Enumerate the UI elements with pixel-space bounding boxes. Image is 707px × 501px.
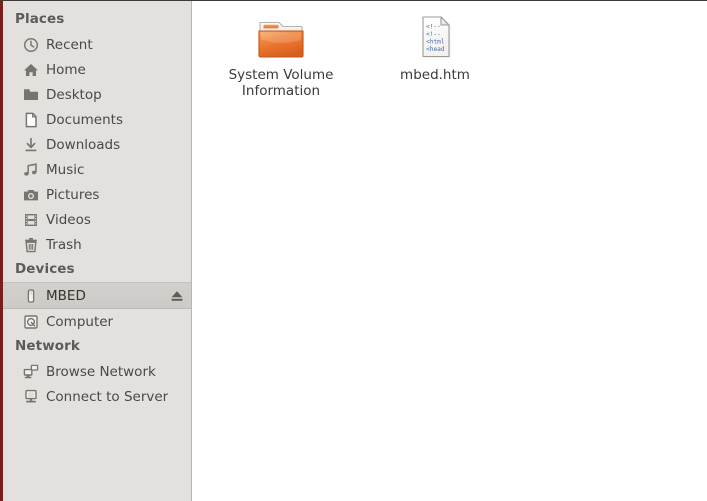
film-icon	[23, 212, 39, 228]
sidebar-item-recent[interactable]: Recent	[3, 32, 191, 57]
preview-line-1: <!--	[426, 24, 441, 31]
document-icon	[23, 112, 39, 128]
folder-icon	[255, 9, 307, 61]
file-item-folder[interactable]: System Volume Information	[206, 7, 356, 99]
sidebar-item-connect-to-server[interactable]: Connect to Server	[3, 384, 191, 409]
sidebar-item-label: Connect to Server	[46, 388, 169, 405]
sidebar-item-label: MBED	[46, 287, 86, 304]
eject-icon[interactable]	[169, 288, 185, 304]
preview-line-4: <head	[426, 46, 445, 53]
server-connect-icon	[23, 389, 39, 405]
sidebar-item-computer[interactable]: Computer	[3, 309, 191, 334]
sidebar-item-videos[interactable]: Videos	[3, 207, 191, 232]
sidebar-item-label: Pictures	[46, 186, 100, 203]
preview-line-3: <html	[426, 39, 445, 46]
sidebar-item-label: Videos	[46, 211, 91, 228]
sidebar-item-label: Documents	[46, 111, 123, 128]
sidebar-item-home[interactable]: Home	[3, 57, 191, 82]
file-list-view[interactable]: System Volume Information <!-- <!-- <htm…	[192, 1, 707, 501]
file-item-label: mbed.htm	[400, 67, 470, 83]
sidebar-item-label: Computer	[46, 313, 114, 330]
usb-drive-icon	[23, 288, 39, 304]
html-document-icon: <!-- <!-- <html <head	[409, 9, 461, 61]
home-icon	[23, 62, 39, 78]
file-item-label: System Volume Information	[228, 67, 334, 99]
sidebar-item-label: Home	[46, 61, 86, 78]
icon-grid: System Volume Information <!-- <!-- <htm…	[192, 1, 707, 99]
clock-icon	[23, 37, 39, 53]
sidebar-section-header-places: Places	[15, 11, 65, 27]
file-manager-window: Places Recent Home Desktop Documents Dow…	[0, 0, 707, 501]
places-sidebar: Places Recent Home Desktop Documents Dow…	[0, 1, 192, 501]
sidebar-item-label: Downloads	[46, 136, 121, 153]
preview-line-2: <!--	[426, 31, 441, 38]
sidebar-item-trash[interactable]: Trash	[3, 232, 191, 257]
sidebar-item-label: Recent	[46, 36, 93, 53]
music-note-icon	[23, 162, 39, 178]
sidebar-item-label: Browse Network	[46, 363, 156, 380]
sidebar-item-label: Trash	[46, 236, 82, 253]
sidebar-item-music[interactable]: Music	[3, 157, 191, 182]
folder-icon	[23, 87, 39, 103]
file-item-html[interactable]: <!-- <!-- <html <head mbed.htm	[360, 7, 510, 99]
sidebar-section-header-devices: Devices	[15, 261, 75, 277]
sidebar-item-downloads[interactable]: Downloads	[3, 132, 191, 157]
sidebar-item-label: Music	[46, 161, 85, 178]
sidebar-item-pictures[interactable]: Pictures	[3, 182, 191, 207]
computer-disk-icon	[23, 314, 39, 330]
trash-icon	[23, 237, 39, 253]
sidebar-item-mbed[interactable]: MBED	[3, 282, 191, 309]
sidebar-item-documents[interactable]: Documents	[3, 107, 191, 132]
sidebar-item-browse-network[interactable]: Browse Network	[3, 359, 191, 384]
sidebar-section-header-network: Network	[15, 338, 80, 354]
download-icon	[23, 137, 39, 153]
sidebar-item-desktop[interactable]: Desktop	[3, 82, 191, 107]
sidebar-item-label: Desktop	[46, 86, 102, 103]
network-browse-icon	[23, 364, 39, 380]
camera-icon	[23, 187, 39, 203]
